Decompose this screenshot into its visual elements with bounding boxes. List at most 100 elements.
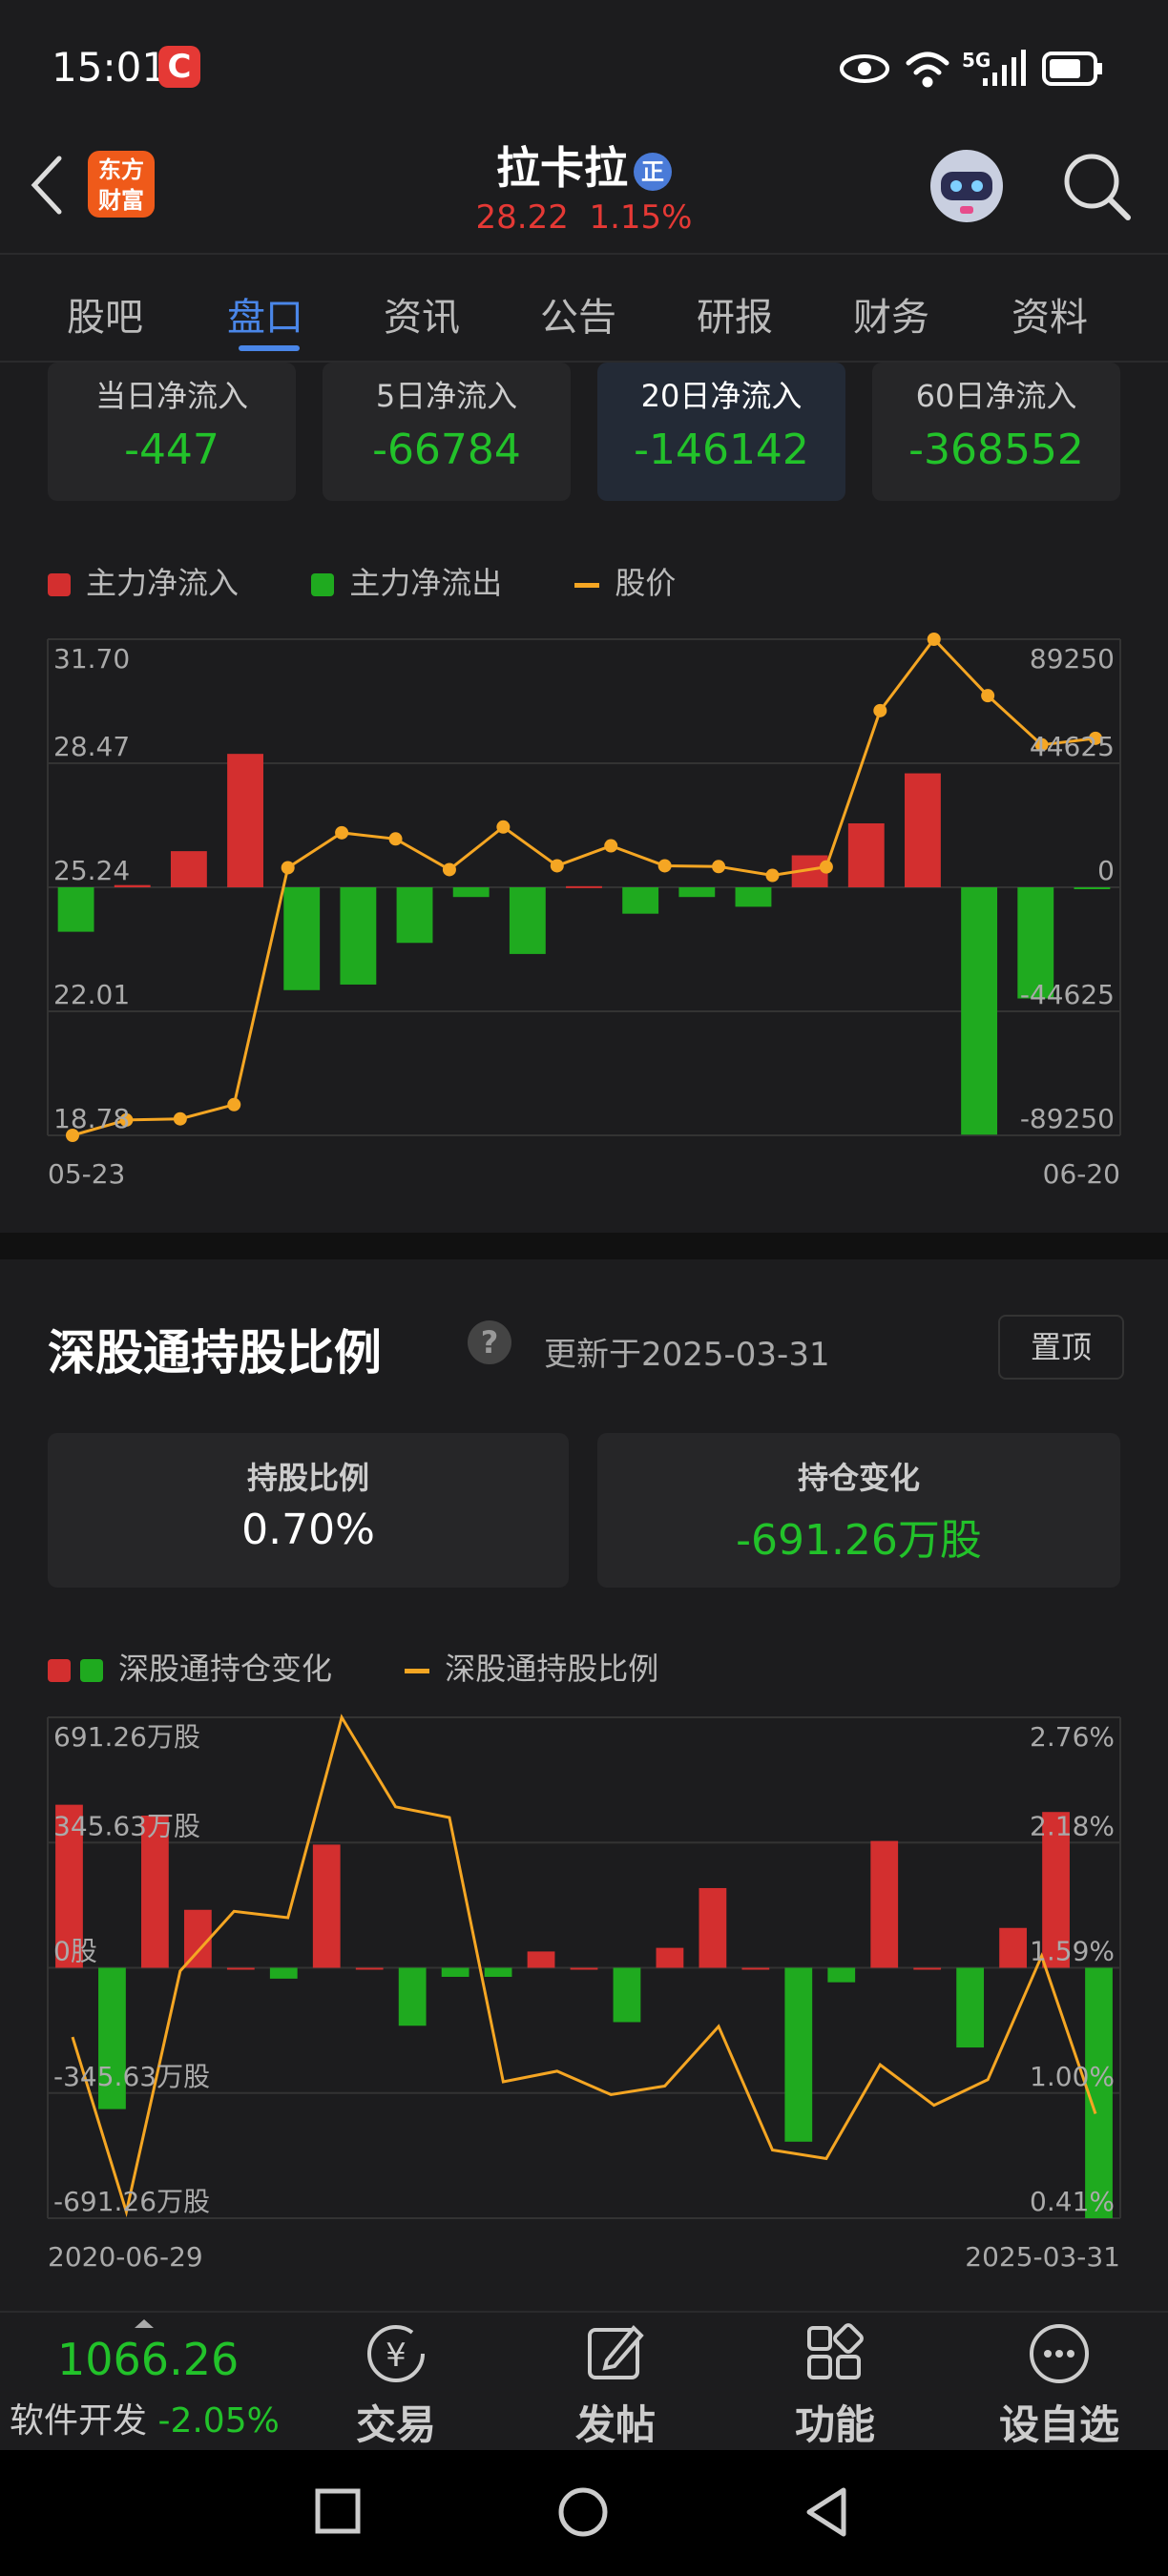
chart-bar [509, 887, 546, 954]
back-icon[interactable] [803, 2486, 851, 2538]
tab-profile[interactable]: 资料 [1012, 286, 1088, 342]
right-tick-label: 44625 [1030, 731, 1115, 762]
status-badge: 正 [634, 152, 672, 191]
right-tick-label: 0 [1097, 855, 1115, 886]
flow-card-20d[interactable]: 20日净流入 -146142 [597, 363, 845, 501]
left-tick-label: 0股 [53, 1936, 97, 1967]
flow-card-5d[interactable]: 5日净流入 -66784 [323, 363, 571, 501]
line-point [550, 859, 564, 873]
legend-change: 深股通持仓变化 [118, 1651, 333, 1687]
chart-bar [699, 1887, 727, 1968]
legend-swatch-green [311, 573, 335, 596]
legend-outflow: 主力净流出 [349, 565, 503, 601]
help-icon[interactable]: ? [468, 1320, 511, 1364]
flow-card-60d[interactable]: 60日净流入 -368552 [872, 363, 1120, 501]
trade-label: 交易 [355, 2401, 436, 2448]
flow-card-label: 当日净流入 [94, 378, 248, 414]
right-tick-label: -44625 [1020, 979, 1115, 1010]
section-title: 深股通持股比例 [48, 1325, 382, 1381]
chart-bar [847, 822, 885, 887]
legend-line-orange [405, 1668, 430, 1673]
caret-up-icon [135, 2319, 154, 2328]
robot-avatar-icon[interactable] [924, 143, 1010, 229]
tab-research[interactable]: 研报 [697, 286, 773, 342]
trade-button[interactable]: ¥ 交易 [324, 2318, 468, 2451]
recent-apps-icon[interactable] [315, 2488, 363, 2536]
capital-flow-chart[interactable]: 31.70 28.47 25.24 22.01 18.78 89250 44625 0 -446… [0, 630, 1168, 1202]
chart-bar [784, 1967, 813, 2142]
line-point [227, 1097, 241, 1111]
stock-price: 28.22 [475, 198, 569, 237]
battery-icon [1042, 52, 1102, 86]
chart-bar [57, 887, 94, 932]
tab-announcement[interactable]: 公告 [540, 286, 616, 342]
hk-holding-chart[interactable]: 691.26万股 345.63万股 0股 -345.63万股 -691.26万股 2.76… [0, 1708, 1168, 2271]
tab-news[interactable]: 资讯 [384, 286, 460, 342]
tab-finance[interactable]: 财务 [853, 286, 929, 342]
index-value[interactable]: 1066.26 [57, 2334, 239, 2385]
right-tick-label: 1.00% [1030, 2061, 1115, 2092]
chart-bar [227, 754, 263, 887]
right-tick-label: 89250 [1030, 643, 1115, 675]
search-icon[interactable] [1059, 149, 1136, 225]
function-button[interactable]: 功能 [763, 2318, 907, 2451]
left-tick-label: -345.63万股 [53, 2061, 210, 2092]
pin-button[interactable]: 置顶 [998, 1315, 1124, 1380]
line-point [335, 825, 349, 840]
x-start-label: 2020-06-29 [48, 2241, 203, 2271]
x-end-label: 06-20 [1043, 1158, 1120, 1190]
holding-ratio-value: 0.70% [241, 1506, 375, 1554]
more-icon [1030, 2324, 1089, 2383]
left-tick-label: 25.24 [53, 855, 130, 886]
left-tick-label: 31.70 [53, 643, 130, 675]
position-change-value: -691.26万股 [736, 1516, 982, 1565]
add-watchlist-button[interactable]: 设自选 [983, 2318, 1136, 2451]
left-tick-label: 345.63万股 [53, 1810, 200, 1841]
chart-bar [827, 1967, 856, 1983]
section-divider [0, 1233, 1168, 1259]
line-point [765, 868, 780, 883]
chart-bar [1074, 887, 1111, 889]
flow-card-value: -146142 [634, 426, 809, 474]
chart-bar [961, 887, 998, 1135]
line-point [819, 860, 833, 874]
line-point [981, 689, 995, 703]
chart-bar [622, 887, 659, 914]
right-tick-label: -89250 [1020, 1103, 1115, 1134]
grid-icon [807, 2323, 864, 2379]
yen-cycle-icon: ¥ [367, 2325, 425, 2382]
index-info[interactable]: 软件开发 -2.05% [10, 2393, 280, 2442]
post-label: 发帖 [574, 2401, 656, 2448]
edit-icon [588, 2325, 644, 2379]
post-button[interactable]: 发帖 [544, 2318, 687, 2451]
chart-bar [735, 887, 772, 907]
legend-swatch-red [48, 573, 71, 596]
chart-bar [170, 851, 207, 887]
right-tick-label: 2.76% [1030, 1721, 1115, 1753]
svg-text:¥: ¥ [386, 2337, 407, 2375]
line-point [442, 862, 456, 877]
chart-bar [441, 1967, 469, 1977]
legend-ratio: 深股通持股比例 [445, 1651, 659, 1687]
chart-bar [283, 887, 321, 990]
tab-guba[interactable]: 股吧 [67, 286, 143, 342]
app-notification-icon: C [158, 46, 200, 88]
legend-price: 股价 [615, 565, 677, 601]
chart-bar [566, 885, 602, 888]
update-date: 更新于2025-03-31 [544, 1336, 830, 1374]
legend-inflow: 主力净流入 [86, 565, 240, 601]
tab-pankou[interactable]: 盘口 [227, 286, 303, 342]
chart-bar [452, 887, 490, 898]
left-tick-label: 28.47 [53, 731, 130, 762]
stock-change: 1.15% [589, 198, 693, 237]
chart-bar [340, 887, 377, 985]
home-icon[interactable] [557, 2486, 609, 2538]
chart-bar [656, 1947, 684, 1968]
right-tick-label: 0.41% [1030, 2186, 1115, 2217]
left-tick-label: 691.26万股 [53, 1721, 200, 1753]
flow-card-value: -447 [124, 426, 219, 474]
flow-card-today[interactable]: 当日净流入 -447 [48, 363, 296, 501]
chart-bar [870, 1840, 899, 1968]
position-change-label: 持仓变化 [797, 1460, 920, 1496]
chart-bar [355, 1967, 384, 1970]
